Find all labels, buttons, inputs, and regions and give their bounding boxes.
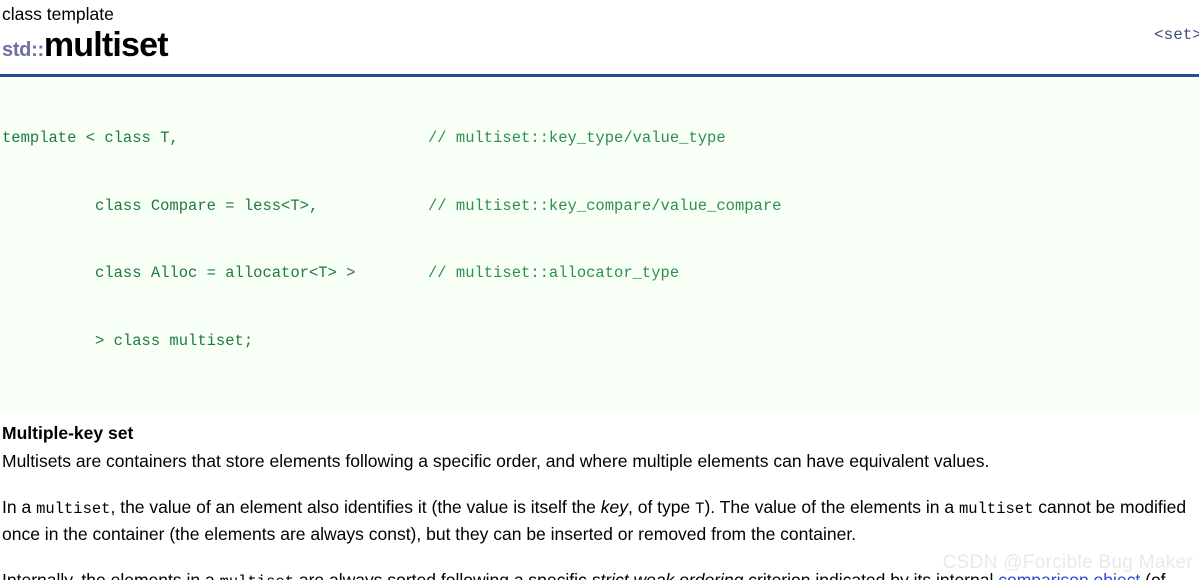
reference-page: class template std:: multiset <set> templ…: [0, 0, 1199, 580]
link-comparison-object[interactable]: comparison object: [998, 570, 1140, 580]
code-line-comment: // multiset::allocator_type: [428, 264, 680, 282]
section-heading: Multiple-key set: [2, 423, 134, 443]
text-fragment: , the value of an element also identifie…: [110, 497, 601, 517]
header-file-ref[interactable]: <set>: [1154, 26, 1199, 44]
code-line-text: template < class T,: [2, 129, 179, 147]
code-line: class Compare = less<T>, // multiset::key…: [0, 195, 1199, 218]
code-line-text: > class multiset;: [2, 331, 254, 350]
code-term: multiset: [36, 500, 111, 518]
code-line-comment: // multiset::key_type/value_type: [428, 129, 726, 147]
code-line: > class multiset;: [0, 330, 1199, 353]
code-line-text: class Alloc = allocator<T> >: [2, 264, 356, 282]
template-signature-codeblock: template < class T, // multiset::key_type…: [0, 77, 1199, 413]
code-line-text: class Compare = less<T>,: [2, 196, 319, 215]
page-content: Multiple-key set Multisets are container…: [0, 413, 1199, 580]
paragraph-value-identity: In a multiset, the value of an element a…: [2, 495, 1199, 547]
text-fragment: are always sorted following a specific: [294, 570, 592, 580]
paragraph-intro: Multisets are containers that store elem…: [2, 449, 1199, 474]
emphasis-term: key: [600, 497, 628, 517]
class-name: multiset: [43, 26, 169, 64]
code-line: template < class T, // multiset::key_type…: [0, 127, 1199, 150]
namespace-prefix: std::: [2, 39, 44, 61]
code-term: multiset: [958, 500, 1034, 518]
text-fragment: , of type: [628, 497, 696, 517]
page-kind-label: class template: [2, 4, 114, 24]
text-fragment: criterion indicated by its internal: [743, 570, 999, 580]
text-fragment: Internally, the elements in a: [2, 570, 220, 580]
paragraph-ordering: Internally, the elements in a multiset a…: [2, 568, 1199, 580]
page-title: std:: multiset: [0, 27, 1199, 63]
text-fragment: ). The value of the elements in a: [704, 497, 959, 517]
emphasis-term: strict weak ordering: [591, 570, 744, 580]
code-term: multiset: [220, 573, 294, 580]
text-fragment: In a: [2, 497, 37, 517]
page-header: class template std:: multiset <set>: [0, 0, 1199, 74]
code-line: class Alloc = allocator<T> > // multiset:…: [0, 262, 1199, 285]
code-line-comment: // multiset::key_compare/value_compare: [428, 196, 782, 215]
paragraph-text: Multisets are containers that store elem…: [2, 451, 990, 471]
